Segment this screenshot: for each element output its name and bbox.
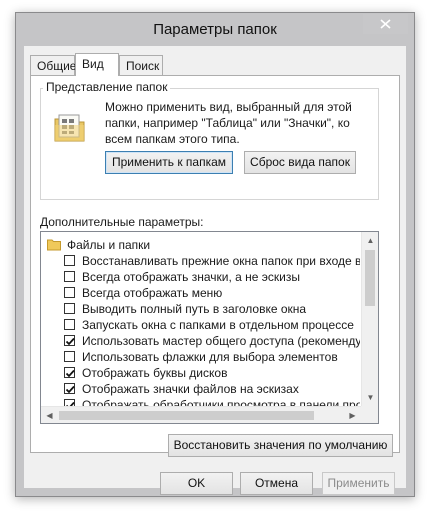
dialog-client-area: Общие Вид Поиск Представление папок Можн…	[24, 46, 406, 495]
view-tab-panel: Представление папок Можно применить вид,…	[30, 75, 400, 457]
checkbox[interactable]	[64, 271, 75, 282]
checkbox[interactable]	[64, 399, 75, 406]
vertical-scroll-thumb[interactable]	[365, 250, 375, 306]
folder-view-icon	[54, 114, 85, 142]
restore-defaults-button[interactable]: Восстановить значения по умолчанию	[168, 434, 393, 457]
scrollbar-corner	[361, 406, 378, 423]
tree-items: Восстанавливать прежние окна папок при в…	[41, 253, 360, 406]
cancel-button[interactable]: Отмена	[240, 472, 313, 495]
scroll-left-arrow-icon[interactable]: ◀	[41, 407, 58, 423]
window-title: Параметры папок	[153, 21, 277, 38]
tab-view-label: Вид	[82, 57, 104, 71]
tree-item[interactable]: Использовать флажки для выбора элементов	[41, 349, 360, 365]
horizontal-scrollbar[interactable]: ◀ ▶	[41, 406, 361, 423]
tree-item[interactable]: Всегда отображать меню	[41, 285, 360, 301]
checkbox[interactable]	[64, 287, 75, 298]
tab-search[interactable]: Поиск	[119, 55, 163, 75]
tree-item-label: Использовать мастер общего доступа (реко…	[82, 334, 360, 348]
folder-options-dialog: Параметры папок Общие Вид Поиск Представ…	[15, 12, 415, 497]
checkmark-icon	[65, 337, 75, 346]
checkbox[interactable]	[64, 255, 75, 266]
tree-item[interactable]: Отображать значки файлов на эскизах	[41, 381, 360, 397]
close-button[interactable]	[363, 14, 408, 34]
tree-item[interactable]: Отображать обработчики просмотра в панел…	[41, 397, 360, 406]
tree-item[interactable]: Всегда отображать значки, а не эскизы	[41, 269, 360, 285]
apply-button[interactable]: Применить	[322, 472, 395, 495]
tree-item-label: Отображать буквы дисков	[82, 366, 228, 380]
tab-view[interactable]: Вид	[75, 53, 119, 76]
horizontal-scroll-thumb[interactable]	[59, 411, 314, 420]
tab-search-label: Поиск	[126, 59, 160, 73]
tab-general[interactable]: Общие	[30, 55, 77, 75]
checkbox[interactable]	[64, 319, 75, 330]
reset-folders-button[interactable]: Сброс вида папок	[244, 151, 356, 174]
advanced-settings-tree[interactable]: Файлы и папки Восстанавливать прежние ок…	[40, 231, 379, 424]
tree-item-label: Отображать значки файлов на эскизах	[82, 382, 299, 396]
tree-item[interactable]: Запускать окна с папками в отдельном про…	[41, 317, 360, 333]
tree-item-label: Восстанавливать прежние окна папок при в…	[82, 254, 360, 268]
tree-item[interactable]: Использовать мастер общего доступа (реко…	[41, 333, 360, 349]
checkmark-icon	[65, 369, 75, 378]
vertical-scrollbar[interactable]: ▲ ▼	[361, 232, 378, 406]
checkbox[interactable]	[64, 335, 75, 346]
tree-item-label: Отображать обработчики просмотра в панел…	[82, 398, 360, 406]
scroll-up-arrow-icon[interactable]: ▲	[362, 232, 378, 249]
scroll-right-arrow-icon[interactable]: ▶	[344, 407, 361, 423]
title-bar[interactable]: Параметры папок	[16, 13, 414, 46]
checkmark-icon	[65, 385, 75, 394]
tree-item[interactable]: Отображать буквы дисков	[41, 365, 360, 381]
tree-item-label: Выводить полный путь в заголовке окна	[82, 302, 307, 316]
folder-view-legend: Представление папок	[43, 80, 171, 94]
folder-view-group: Представление папок Можно применить вид,…	[40, 80, 379, 200]
folder-view-description: Можно применить вид, выбранный для этой …	[105, 100, 352, 146]
tree-item-label: Всегда отображать значки, а не эскизы	[82, 270, 300, 284]
tree-item[interactable]: Выводить полный путь в заголовке окна	[41, 301, 360, 317]
folder-icon	[47, 239, 61, 251]
checkbox[interactable]	[64, 367, 75, 378]
close-icon	[380, 19, 391, 29]
advanced-settings-label: Дополнительные параметры:	[40, 215, 204, 229]
tree-item-label: Запускать окна с папками в отдельном про…	[82, 318, 354, 332]
tree-item[interactable]: Восстанавливать прежние окна папок при в…	[41, 253, 360, 269]
checkbox[interactable]	[64, 383, 75, 394]
checkbox[interactable]	[64, 351, 75, 362]
tab-general-label: Общие	[37, 59, 77, 73]
checkbox[interactable]	[64, 303, 75, 314]
apply-to-folders-button[interactable]: Применить к папкам	[105, 151, 233, 174]
tree-item-label: Всегда отображать меню	[82, 286, 223, 300]
tree-item-label: Использовать флажки для выбора элементов	[82, 350, 338, 364]
ok-button[interactable]: OK	[160, 472, 233, 495]
tree-root-label: Файлы и папки	[67, 238, 151, 252]
scroll-down-arrow-icon[interactable]: ▼	[362, 389, 378, 406]
